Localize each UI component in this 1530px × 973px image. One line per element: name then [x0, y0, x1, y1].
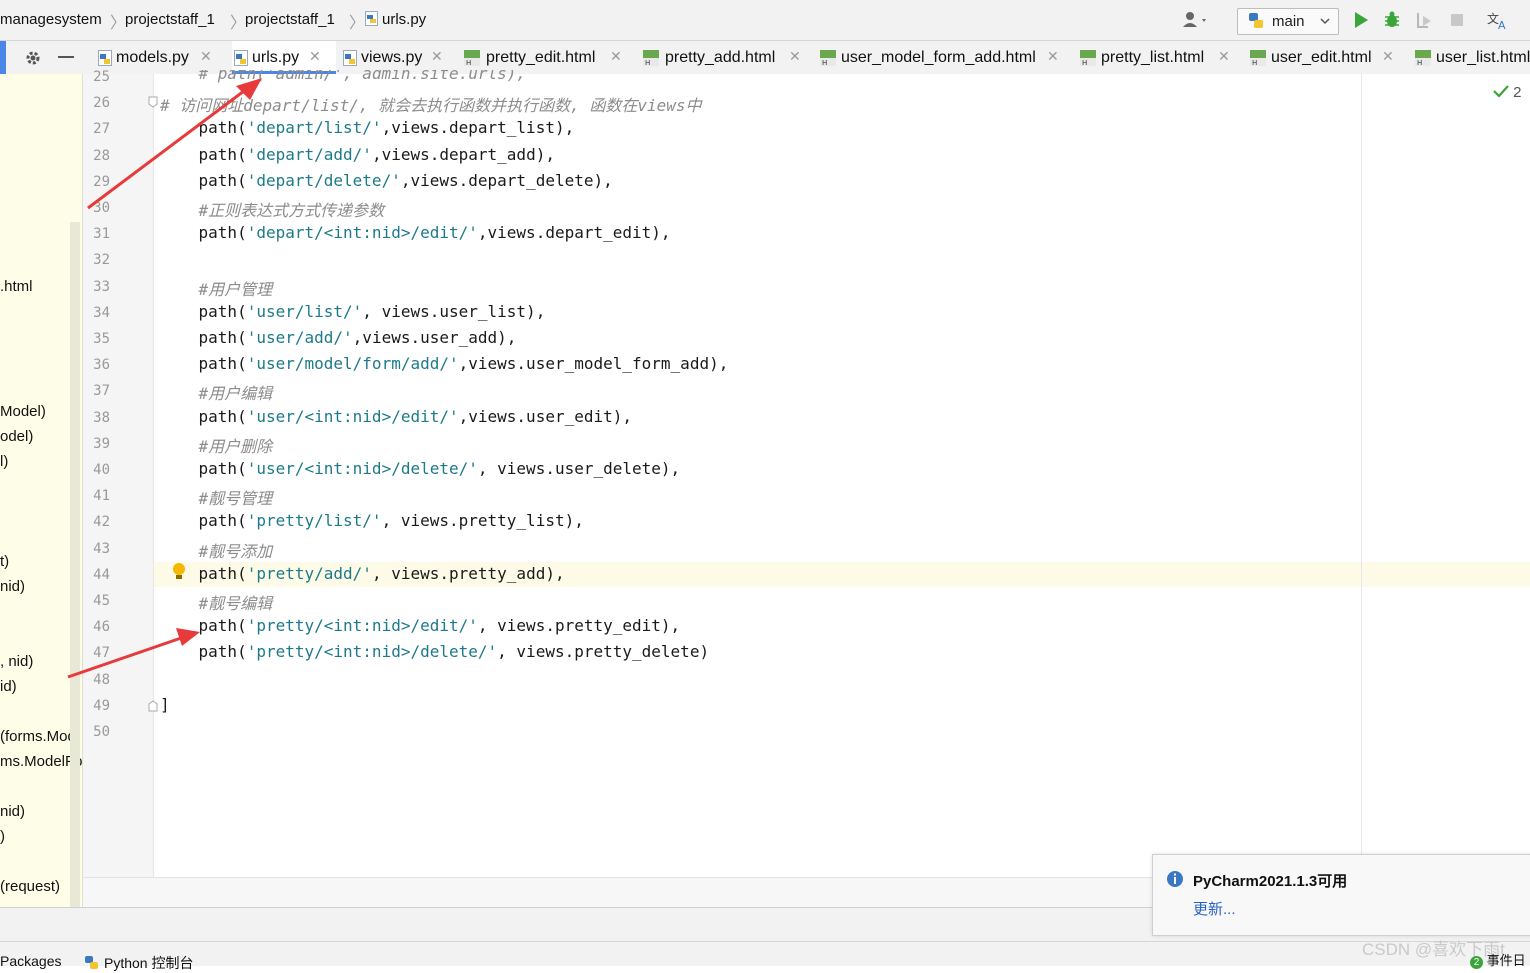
annotation-arrow-line — [67, 635, 185, 679]
packages-tool-button[interactable]: Packages — [0, 953, 61, 969]
notification-title: PyCharm2021.1.3可用 — [1193, 873, 1348, 890]
event-count-badge: 2 — [1470, 956, 1483, 969]
annotation-arrowhead — [176, 628, 200, 646]
update-notification[interactable]: PyCharm2021.1.3可用 更新... — [1152, 854, 1530, 936]
annotation-arrows — [67, 78, 262, 679]
annotation-arrowhead — [236, 78, 262, 100]
python-console-tool-button[interactable]: Python 控制台 — [84, 953, 193, 973]
annotation-arrow-line — [87, 86, 249, 210]
update-link[interactable]: 更新... — [1193, 898, 1236, 919]
event-log-label: 事件日 — [1486, 953, 1526, 968]
event-log-button[interactable]: 2 事件日 — [1470, 950, 1526, 969]
python-console-icon — [85, 956, 98, 969]
info-icon — [1167, 871, 1183, 887]
bottom-tool-bar: Packages Python 控制台 — [0, 941, 1530, 971]
python-console-label: Python 控制台 — [104, 955, 194, 971]
